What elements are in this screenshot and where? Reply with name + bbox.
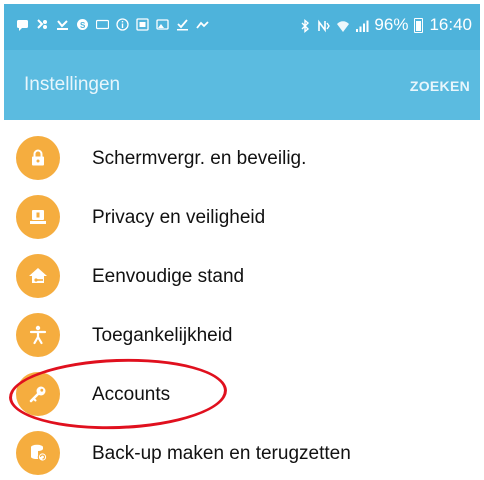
- wifi-calling-icon: [36, 18, 49, 31]
- settings-item-backup-restore[interactable]: Back-up maken en terugzetten: [4, 423, 480, 480]
- settings-item-privacy-safety[interactable]: Privacy en veiligheid: [4, 187, 480, 245]
- image-icon: [156, 18, 169, 31]
- notification-icons: S: [16, 18, 209, 31]
- key-icon: [16, 372, 60, 416]
- bluetooth-icon: [298, 18, 311, 33]
- battery-percentage: 96%: [374, 15, 409, 34]
- backup-icon: [16, 431, 60, 475]
- lock-icon: [16, 136, 60, 180]
- search-button[interactable]: ZOEKEN: [410, 78, 470, 94]
- page-title: Instellingen: [24, 74, 121, 95]
- settings-item-lock-screen-security[interactable]: Schermvergr. en beveilig.: [4, 128, 480, 186]
- mute-icon: [196, 18, 209, 31]
- settings-item-label: Privacy en veiligheid: [92, 207, 266, 228]
- skype-icon: S: [76, 18, 89, 31]
- download-icon: [176, 18, 189, 31]
- clock: 16:40: [429, 15, 472, 34]
- svg-text:S: S: [80, 21, 86, 30]
- signal-icon: [355, 19, 369, 32]
- settings-item-label: Eenvoudige stand: [92, 266, 245, 287]
- info-icon: [116, 18, 129, 31]
- settings-item-label: Toegankelijkheid: [92, 325, 233, 346]
- settings-item-label: Accounts: [92, 384, 171, 405]
- nfc-icon: [317, 19, 331, 32]
- settings-item-accounts[interactable]: Accounts: [4, 364, 480, 422]
- status-bar: S 96% 16:40: [4, 4, 480, 50]
- wifi-icon: [336, 19, 350, 32]
- gallery-icon: [136, 18, 149, 31]
- app-bar: Instellingen ZOEKEN: [4, 50, 480, 120]
- missed-call-icon: [56, 18, 69, 31]
- settings-item-label: Back-up maken en terugzetten: [92, 443, 351, 464]
- settings-item-label: Schermvergr. en beveilig.: [92, 148, 307, 169]
- screen: S 96% 16:40 Instellingen ZOEKEN Schermve…: [4, 4, 480, 480]
- card-icon: [96, 18, 109, 31]
- easy-mode-icon: [16, 254, 60, 298]
- accessibility-icon: [16, 313, 60, 357]
- message-icon: [16, 18, 29, 31]
- system-status: 96% 16:40: [298, 15, 472, 35]
- settings-item-accessibility[interactable]: Toegankelijkheid: [4, 305, 480, 363]
- privacy-icon: [16, 195, 60, 239]
- settings-item-easy-mode[interactable]: Eenvoudige stand: [4, 246, 480, 304]
- battery-icon: [414, 17, 424, 33]
